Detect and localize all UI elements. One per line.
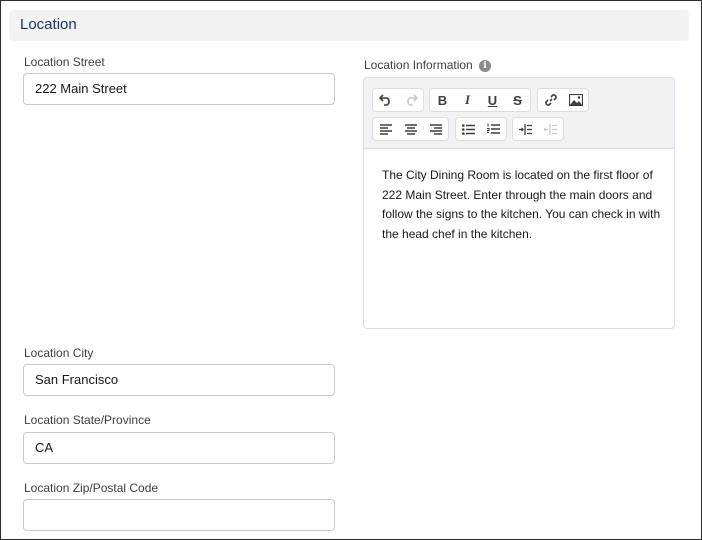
zip-label: Location Zip/Postal Code: [24, 481, 159, 495]
underline-icon[interactable]: U: [480, 89, 505, 111]
bold-icon[interactable]: B: [430, 89, 455, 111]
section-title: Location: [20, 16, 77, 33]
redo-icon[interactable]: [398, 89, 423, 111]
street-input[interactable]: 222 Main Street: [23, 73, 335, 105]
format-group: B I U S: [429, 88, 531, 112]
undo-icon[interactable]: [373, 89, 398, 111]
rich-text-editor[interactable]: B I U S The City Dining Room is located …: [363, 77, 675, 329]
street-label: Location Street: [24, 55, 105, 69]
align-group: [372, 117, 449, 141]
state-label: Location State/Province: [24, 413, 151, 427]
align-left-icon[interactable]: [373, 118, 398, 140]
zip-input[interactable]: [23, 499, 335, 531]
align-center-icon[interactable]: [398, 118, 423, 140]
info-label: Location Information: [364, 58, 473, 72]
strikethrough-icon[interactable]: S: [505, 89, 530, 111]
list-group: [455, 117, 507, 141]
history-group: [372, 88, 424, 112]
info-icon[interactable]: i: [479, 60, 491, 72]
rte-toolbar: B I U S: [364, 78, 674, 149]
align-right-icon[interactable]: [423, 118, 448, 140]
state-input[interactable]: CA: [23, 432, 335, 464]
city-label: Location City: [24, 346, 94, 360]
indent-icon[interactable]: [513, 118, 538, 140]
numbered-list-icon[interactable]: [481, 118, 506, 140]
insert-group: [537, 88, 589, 112]
location-panel: Location Location Street 222 Main Street…: [0, 0, 702, 540]
italic-icon[interactable]: I: [455, 89, 480, 111]
rte-content[interactable]: The City Dining Room is located on the f…: [382, 166, 668, 244]
link-icon[interactable]: [538, 89, 563, 111]
section-header[interactable]: Location: [9, 10, 689, 41]
outdent-icon[interactable]: [538, 118, 563, 140]
image-icon[interactable]: [563, 89, 588, 111]
bullet-list-icon[interactable]: [456, 118, 481, 140]
indent-group: [512, 117, 564, 141]
city-input[interactable]: San Francisco: [23, 364, 335, 396]
